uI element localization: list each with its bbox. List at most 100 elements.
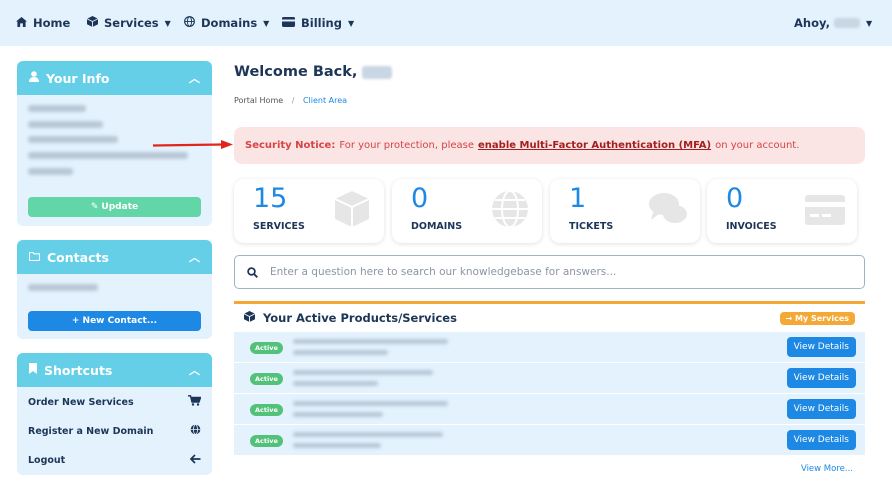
nav-home-label: Home (33, 16, 71, 30)
stat-value: 0 (411, 183, 429, 214)
shortcuts-title: Shortcuts (44, 362, 113, 378)
stat-value: 1 (569, 183, 587, 214)
stat-domains[interactable]: 0 DOMAINS (392, 179, 542, 243)
breadcrumb-home[interactable]: Portal Home (234, 96, 283, 105)
stat-services[interactable]: 15 SERVICES (234, 179, 384, 243)
nav-services[interactable]: Services ▼ (86, 0, 171, 46)
shortcuts-header[interactable]: Shortcuts ︿ (17, 353, 212, 387)
products-title: Your Active Products/Services (263, 311, 457, 325)
view-details-button[interactable]: View Details (786, 399, 856, 419)
nav-billing[interactable]: Billing ▼ (282, 0, 354, 46)
shortcut-label: Register a New Domain (28, 425, 154, 437)
redacted-info (28, 136, 118, 143)
globe-icon (492, 190, 528, 228)
caret-down-icon: ▼ (263, 18, 270, 28)
user-menu[interactable]: Ahoy, ▼ (794, 0, 872, 46)
active-products-panel: Your Active Products/Services → My Servi… (234, 301, 865, 474)
chevron-up-icon: ︿ (189, 364, 200, 377)
shortcut-order-new-services[interactable]: Order New Services (28, 393, 202, 411)
nav-home[interactable]: Home (16, 0, 70, 46)
your-info-header[interactable]: Your Info ︿ (17, 61, 212, 95)
cube-icon (243, 311, 256, 325)
chat-icon (649, 193, 687, 223)
redacted-info (28, 152, 188, 159)
redacted-product-domain (293, 412, 383, 417)
redacted-product-name (293, 432, 443, 437)
caret-down-icon: ▼ (164, 18, 171, 28)
table-row: Active View Details (234, 394, 865, 425)
stat-label: TICKETS (569, 221, 614, 232)
redacted-product-name (293, 401, 448, 406)
your-info-title: Your Info (46, 70, 110, 86)
view-more-link[interactable]: View More... (801, 464, 853, 474)
shortcut-logout[interactable]: Logout (28, 451, 201, 469)
redacted-info (28, 168, 73, 175)
nav-domains[interactable]: Domains ▼ (184, 0, 269, 46)
shortcuts-panel: Shortcuts ︿ Order New Services Register … (17, 353, 212, 475)
credit-card-icon (282, 16, 295, 30)
security-notice: Security Notice: For your protection, pl… (234, 127, 865, 164)
redacted-info (28, 105, 86, 112)
chevron-up-icon: ︿ (189, 72, 200, 85)
redacted-product-name (293, 370, 433, 375)
redacted-product-domain (293, 381, 378, 386)
breadcrumb-current[interactable]: Client Area (303, 96, 347, 105)
globe-icon (190, 424, 201, 438)
breadcrumb: Portal Home / Client Area (234, 96, 347, 105)
credit-card-icon (805, 195, 845, 225)
stat-tickets[interactable]: 1 TICKETS (550, 179, 700, 243)
new-contact-button[interactable]: + New Contact... (28, 311, 201, 331)
contacts-header[interactable]: Contacts ︿ (17, 240, 212, 274)
contacts-panel: Contacts ︿ + New Contact... (17, 240, 212, 339)
redacted-product-domain (293, 443, 381, 448)
top-navbar: Home Services ▼ Domains ▼ Billing ▼ Ahoy… (0, 0, 892, 46)
redacted-info (28, 121, 103, 128)
enable-mfa-link[interactable]: enable Multi-Factor Authentication (MFA) (478, 140, 711, 151)
cube-icon (86, 16, 99, 30)
nav-services-label: Services (104, 16, 159, 30)
chevron-up-icon: ︿ (189, 251, 200, 264)
table-row: Active View Details (234, 363, 865, 394)
status-badge: Active (250, 342, 283, 354)
notice-prefix: Security Notice: (245, 140, 336, 151)
view-details-button[interactable]: View Details (786, 337, 856, 357)
home-icon (16, 16, 27, 30)
status-badge: Active (250, 435, 283, 447)
stat-value: 15 (253, 183, 288, 214)
stat-label: SERVICES (253, 221, 305, 232)
my-services-button[interactable]: → My Services (779, 311, 855, 325)
folder-icon (28, 251, 41, 264)
shortcut-label: Logout (28, 454, 66, 466)
bookmark-icon (29, 363, 37, 377)
kb-search-input[interactable] (270, 266, 830, 278)
contacts-title: Contacts (47, 249, 109, 265)
stat-invoices[interactable]: 0 INVOICES (707, 179, 857, 243)
breadcrumb-separator: / (291, 96, 295, 105)
redacted-username (833, 18, 860, 28)
caret-down-icon: ▼ (347, 18, 355, 28)
redacted-contact (28, 284, 98, 291)
view-details-button[interactable]: View Details (786, 368, 856, 388)
redacted-product-name (293, 339, 448, 344)
search-icon (247, 263, 258, 282)
pencil-icon: ✎ (90, 202, 99, 212)
table-row: Active View Details (234, 425, 865, 456)
stat-label: INVOICES (726, 221, 777, 232)
caret-down-icon: ▼ (865, 18, 873, 28)
nav-billing-label: Billing (301, 16, 342, 30)
redacted-name (362, 65, 393, 79)
shortcut-register-domain[interactable]: Register a New Domain (28, 422, 201, 440)
status-badge: Active (250, 373, 283, 385)
table-row: Active View Details (234, 332, 865, 363)
annotation-arrow-icon (153, 140, 233, 149)
redacted-product-domain (293, 350, 388, 355)
page-title: Welcome Back, (234, 64, 393, 80)
update-button[interactable]: ✎ Update (28, 197, 201, 217)
user-greeting: Ahoy, (794, 16, 830, 30)
user-icon (29, 71, 39, 85)
view-details-button[interactable]: View Details (786, 430, 856, 450)
globe-icon (184, 16, 195, 30)
stat-value: 0 (726, 183, 744, 214)
arrow-left-icon (189, 453, 201, 467)
new-contact-label: + New Contact... (71, 316, 158, 326)
